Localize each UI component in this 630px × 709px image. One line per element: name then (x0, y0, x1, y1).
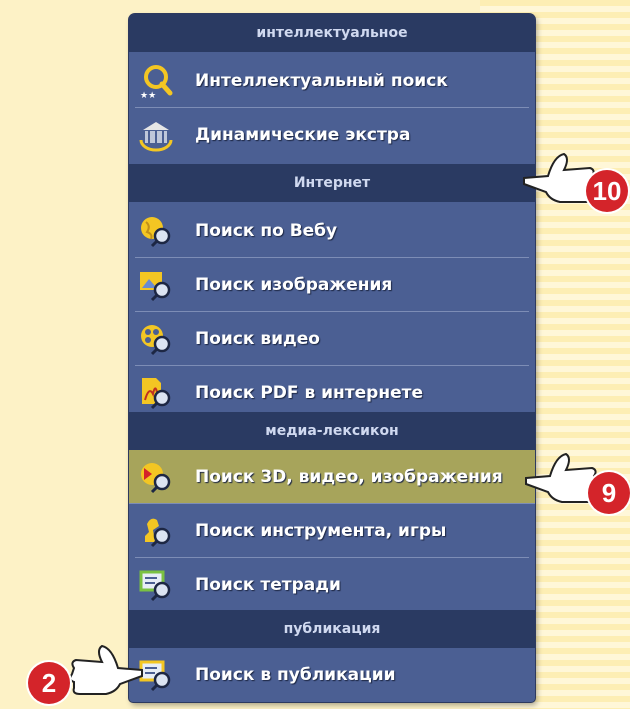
callout-badge-9: 9 (588, 472, 630, 514)
image-search-icon (137, 266, 175, 304)
menu-item-publication-search[interactable]: Поиск в публикации (135, 648, 529, 702)
video-search-icon (137, 320, 175, 358)
menu-item-label: Поиск PDF в интернете (195, 383, 423, 403)
web-search-icon (137, 212, 175, 250)
menu-item-video-search[interactable]: Поиск видео (135, 312, 529, 366)
search-menu-panel: интеллектуальное ★★ Интеллектуальный пои… (129, 14, 535, 702)
menu-item-label: Поиск тетради (195, 575, 341, 595)
menu-item-notebook-search[interactable]: Поиск тетради (135, 558, 529, 612)
menu-item-image-search[interactable]: Поиск изображения (135, 258, 529, 312)
callout-badge-10: 10 (586, 170, 628, 212)
section-header-publication: публикация (129, 610, 535, 648)
menu-item-label: Поиск инструмента, игры (195, 520, 447, 541)
menu-item-label: Интеллектуальный поиск (195, 70, 448, 91)
menu-item-tool-game-search[interactable]: Поиск инструмента, игры (135, 504, 529, 558)
menu-item-label: Поиск изображения (195, 274, 393, 295)
section-header-intellectual: интеллектуальное (129, 14, 535, 52)
dynamic-extras-icon (137, 116, 175, 154)
section-header-internet: Интернет (129, 164, 535, 202)
menu-item-smart-search[interactable]: ★★ Интеллектуальный поиск (135, 54, 529, 108)
callout-badge-2: 2 (28, 662, 70, 704)
notebook-search-icon (137, 566, 175, 604)
menu-item-label: Поиск 3D, видео, изображения (195, 466, 503, 487)
menu-item-label: Поиск в публикации (195, 665, 396, 685)
section-header-media: медиа-лексикон (129, 412, 535, 450)
pdf-search-icon (137, 374, 175, 412)
smart-search-icon: ★★ (137, 62, 175, 101)
3d-media-search-icon (137, 458, 175, 496)
menu-item-web-search[interactable]: Поиск по Вебу (135, 204, 529, 258)
menu-item-dynamic-extras[interactable]: Динамические экстра (135, 108, 529, 162)
menu-item-label: Поиск видео (195, 328, 320, 349)
svg-text:★★: ★★ (140, 91, 156, 100)
tool-game-search-icon (137, 512, 175, 550)
menu-item-label: Динамические экстра (195, 125, 411, 145)
menu-item-3d-media-search[interactable]: Поиск 3D, видео, изображения (129, 450, 535, 504)
menu-item-label: Поиск по Вебу (195, 220, 338, 241)
